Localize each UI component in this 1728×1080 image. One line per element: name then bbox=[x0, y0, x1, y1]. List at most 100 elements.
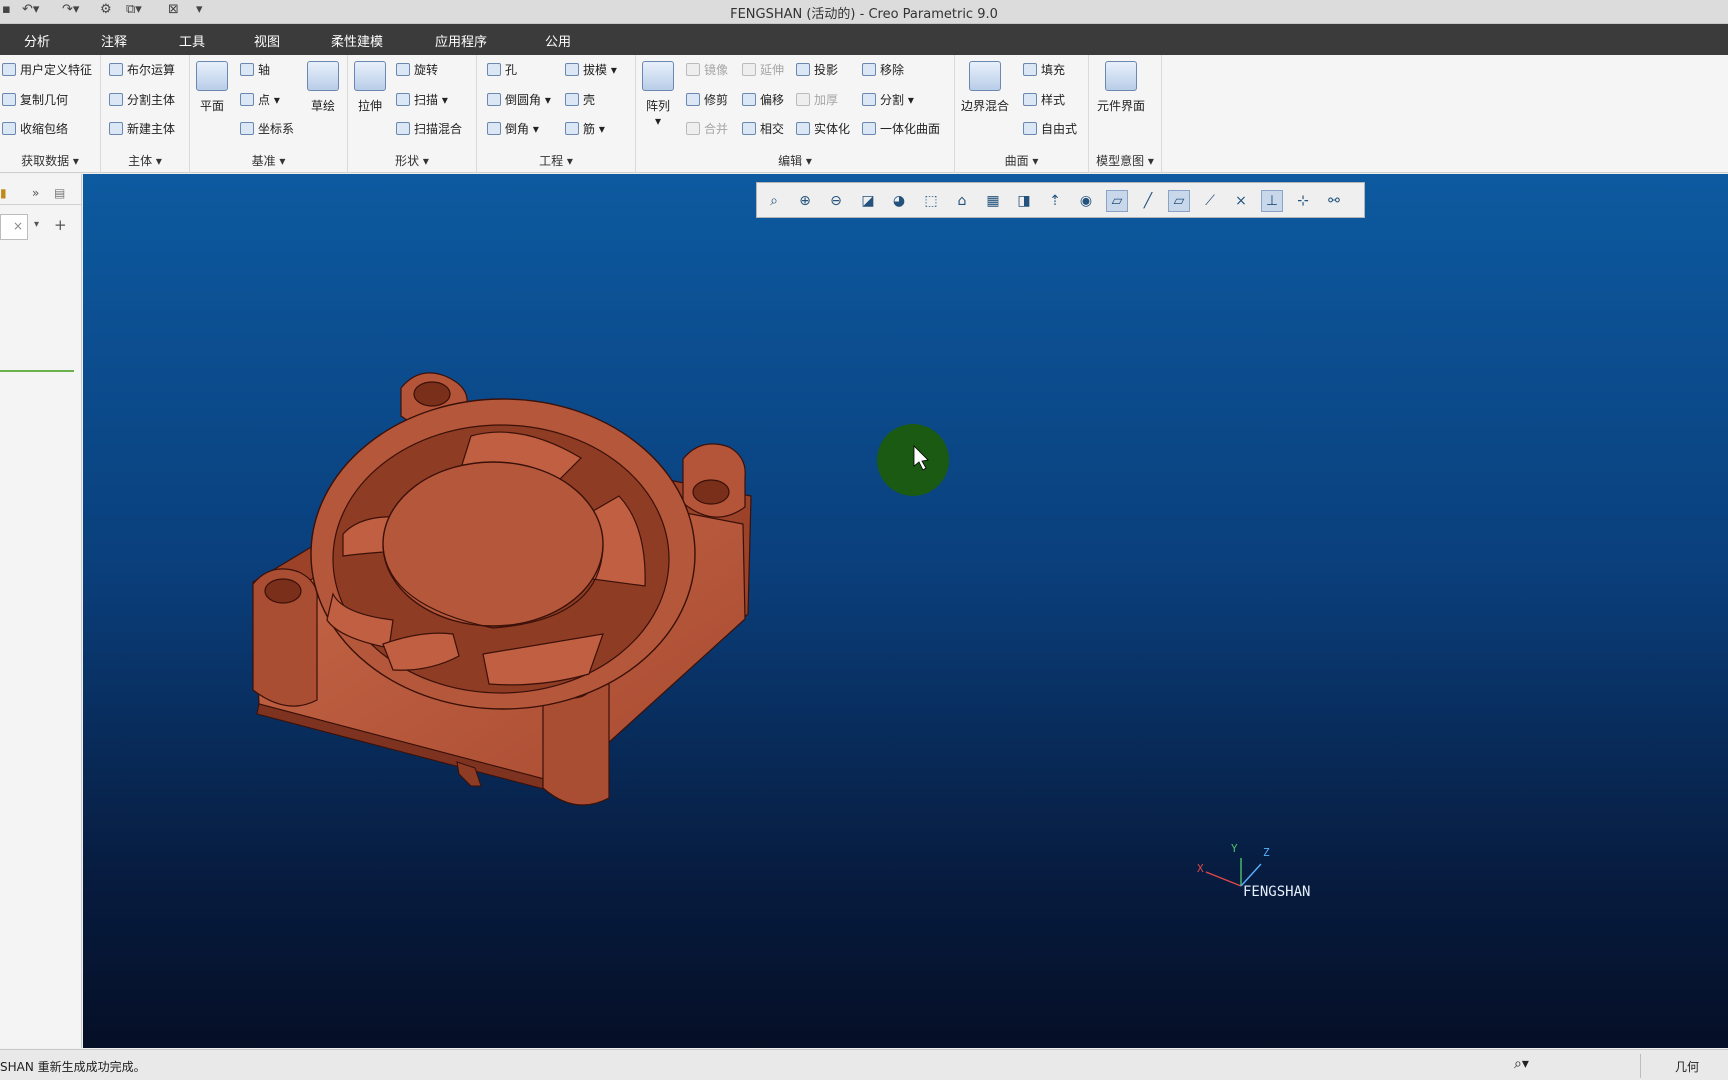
draft-button[interactable]: 拔模 ▾ bbox=[565, 61, 617, 78]
pattern-icon bbox=[642, 61, 674, 91]
group-editing: 阵列 ▾ 镜像 修剪 合并 延伸 偏移 相交 投影 加厚 实体化 移除 分割 ▾ … bbox=[636, 55, 955, 173]
sweep-icon bbox=[396, 93, 410, 106]
shell-button[interactable]: 壳 bbox=[565, 91, 595, 108]
add-icon[interactable]: + bbox=[54, 216, 67, 234]
tab-applications[interactable]: 应用程序 bbox=[435, 31, 487, 50]
component-interface-button[interactable]: 元件界面 bbox=[1097, 61, 1145, 114]
group-label-model-intent[interactable]: 模型意图 ▾ bbox=[1089, 152, 1161, 169]
clear-search-icon[interactable]: × bbox=[13, 219, 23, 233]
component-interface-icon bbox=[1105, 61, 1137, 91]
split-body-button[interactable]: 分割主体 bbox=[109, 91, 175, 108]
copy-geometry-icon bbox=[2, 93, 16, 106]
graphics-viewport[interactable]: ⌕ ⊕ ⊖ ◪ ◕ ⬚ ⌂ ▦ ◨ ⇡ ◉ ▱ ╱ ▱ ⟋ × ⊥ ⊹ ⚯ X … bbox=[83, 174, 1728, 1048]
fill-icon bbox=[1023, 63, 1037, 76]
split-icon bbox=[862, 93, 876, 106]
tab-public[interactable]: 公用 bbox=[545, 31, 571, 50]
copy-geometry-button[interactable]: 复制几何 bbox=[2, 91, 68, 108]
group-shape: 拉伸 旋转 扫描 ▾ 扫描混合 形状 ▾ bbox=[348, 55, 477, 173]
group-label-get-data[interactable]: 获取数据 ▾ bbox=[0, 152, 100, 169]
panel-divider bbox=[0, 204, 82, 205]
pattern-button[interactable]: 阵列 ▾ bbox=[642, 61, 674, 128]
menu-bar: 分析 注释 工具 视图 柔性建模 应用程序 公用 bbox=[0, 24, 1728, 55]
csys-button[interactable]: 坐标系 bbox=[240, 120, 294, 137]
sketch-icon bbox=[307, 61, 339, 91]
trim-button[interactable]: 修剪 bbox=[686, 91, 728, 108]
more-icon[interactable]: » bbox=[32, 186, 39, 200]
tree-settings-icon[interactable]: ▤ bbox=[54, 186, 65, 200]
hole-button[interactable]: 孔 bbox=[487, 61, 517, 78]
unify-surface-icon bbox=[862, 122, 876, 135]
thicken-button[interactable]: 加厚 bbox=[796, 91, 838, 108]
unify-surface-button[interactable]: 一体化曲面 bbox=[862, 120, 940, 137]
tab-flexible-modeling[interactable]: 柔性建模 bbox=[331, 31, 383, 50]
filter-dropdown-icon[interactable]: ▾ bbox=[34, 219, 39, 230]
project-button[interactable]: 投影 bbox=[796, 61, 838, 78]
extrude-icon bbox=[354, 61, 386, 91]
point-button[interactable]: 点 ▾ bbox=[240, 91, 280, 108]
axis-x-label: X bbox=[1197, 862, 1204, 875]
fill-button[interactable]: 填充 bbox=[1023, 61, 1065, 78]
offset-icon bbox=[742, 93, 756, 106]
group-label-engineering[interactable]: 工程 ▾ bbox=[477, 152, 635, 169]
split-button[interactable]: 分割 ▾ bbox=[862, 91, 914, 108]
style-button[interactable]: 样式 bbox=[1023, 91, 1065, 108]
swept-blend-icon bbox=[396, 122, 410, 135]
plane-button[interactable]: 平面 bbox=[196, 61, 228, 114]
tree-green-line bbox=[0, 370, 74, 372]
axis-y-label: Y bbox=[1231, 842, 1238, 855]
group-get-data: 用户定义特征 复制几何 收缩包络 获取数据 ▾ bbox=[0, 55, 101, 173]
coordinate-triad bbox=[1205, 858, 1262, 887]
chamfer-icon bbox=[487, 122, 501, 135]
intersect-icon bbox=[742, 122, 756, 135]
offset-button[interactable]: 偏移 bbox=[742, 91, 784, 108]
extrude-button[interactable]: 拉伸 bbox=[354, 61, 386, 114]
tab-analysis[interactable]: 分析 bbox=[24, 31, 50, 50]
rib-button[interactable]: 筋 ▾ bbox=[565, 120, 605, 137]
group-label-datum[interactable]: 基准 ▾ bbox=[190, 152, 347, 169]
point-icon bbox=[240, 93, 254, 106]
axis-button[interactable]: 轴 bbox=[240, 61, 270, 78]
sweep-button[interactable]: 扫描 ▾ bbox=[396, 91, 448, 108]
tab-tools[interactable]: 工具 bbox=[179, 31, 205, 50]
merge-button[interactable]: 合并 bbox=[686, 120, 728, 137]
tab-annotate[interactable]: 注释 bbox=[101, 31, 127, 50]
group-label-surfaces[interactable]: 曲面 ▾ bbox=[955, 152, 1088, 169]
folder-icon[interactable]: ▮ bbox=[0, 186, 7, 200]
extend-button[interactable]: 延伸 bbox=[742, 61, 784, 78]
group-datum: 平面 轴 点 ▾ 坐标系 草绘 基准 ▾ bbox=[190, 55, 348, 173]
find-icon[interactable]: ⌕▾ bbox=[1514, 1056, 1529, 1072]
group-label-shape[interactable]: 形状 ▾ bbox=[348, 152, 476, 169]
udf-icon bbox=[2, 63, 16, 76]
round-button[interactable]: 倒圆角 ▾ bbox=[487, 91, 551, 108]
csys-icon bbox=[240, 122, 254, 135]
boundary-blend-button[interactable]: 边界混合 bbox=[961, 61, 1009, 114]
new-body-button[interactable]: 新建主体 bbox=[109, 120, 175, 137]
tab-view[interactable]: 视图 bbox=[254, 31, 280, 50]
sketch-button[interactable]: 草绘 bbox=[307, 61, 339, 114]
mirror-button[interactable]: 镜像 bbox=[686, 61, 728, 78]
ribbon: 用户定义特征 复制几何 收缩包络 获取数据 ▾ 布尔运算 分割主体 新建主体 主… bbox=[0, 55, 1728, 173]
project-icon bbox=[796, 63, 810, 76]
chamfer-button[interactable]: 倒角 ▾ bbox=[487, 120, 539, 137]
trim-icon bbox=[686, 93, 700, 106]
solidify-button[interactable]: 实体化 bbox=[796, 120, 850, 137]
group-label-editing[interactable]: 编辑 ▾ bbox=[636, 152, 954, 169]
selection-filter[interactable]: 几何 bbox=[1640, 1054, 1728, 1078]
group-label-body[interactable]: 主体 ▾ bbox=[101, 152, 189, 169]
group-model-intent: 元件界面 模型意图 ▾ bbox=[1089, 55, 1162, 173]
search-field[interactable]: × bbox=[0, 214, 28, 240]
revolve-button[interactable]: 旋转 bbox=[396, 61, 438, 78]
intersect-button[interactable]: 相交 bbox=[742, 120, 784, 137]
round-icon bbox=[487, 93, 501, 106]
boolean-button[interactable]: 布尔运算 bbox=[109, 61, 175, 78]
remove-button[interactable]: 移除 bbox=[862, 61, 904, 78]
plane-icon bbox=[196, 61, 228, 91]
shrinkwrap-button[interactable]: 收缩包络 bbox=[2, 120, 68, 137]
fan-model[interactable] bbox=[83, 174, 1728, 1048]
swept-blend-button[interactable]: 扫描混合 bbox=[396, 120, 462, 137]
user-defined-feature-button[interactable]: 用户定义特征 bbox=[2, 61, 92, 78]
group-body: 布尔运算 分割主体 新建主体 主体 ▾ bbox=[101, 55, 190, 173]
extend-icon bbox=[742, 63, 756, 76]
boolean-icon bbox=[109, 63, 123, 76]
freestyle-button[interactable]: 自由式 bbox=[1023, 120, 1077, 137]
